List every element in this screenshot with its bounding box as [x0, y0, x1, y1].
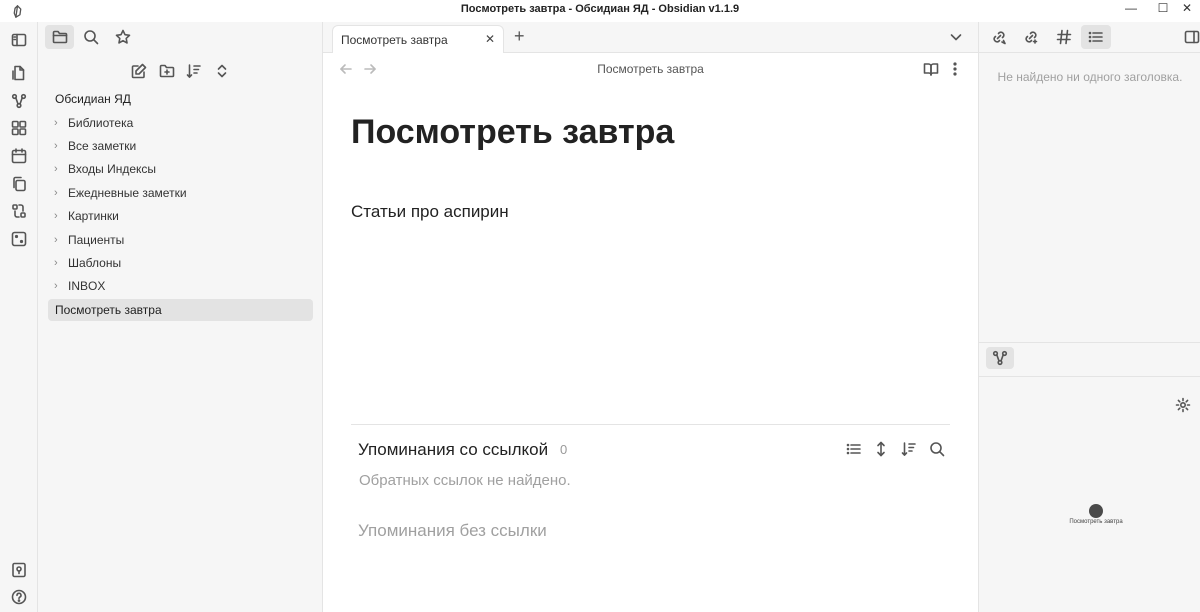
tab-active[interactable]: Посмотреть завтра ✕ — [332, 25, 504, 53]
dice-icon[interactable] — [7, 227, 31, 251]
search-backlinks-icon[interactable] — [925, 437, 949, 461]
folder-item[interactable]: › INBOX — [38, 275, 303, 297]
folder-item[interactable]: › Все заметки — [38, 135, 303, 157]
chevron-right-icon: › — [54, 117, 58, 129]
chevron-right-icon: › — [54, 257, 58, 269]
graph-node-label: Посмотреть завтра — [1069, 519, 1123, 525]
outline-empty-text: Не найдено ни одного заголовка. — [997, 70, 1183, 84]
collapse-all-icon[interactable] — [210, 59, 234, 83]
close-window-button[interactable]: ✕ — [1172, 0, 1200, 16]
backlinks-title[interactable]: Упоминания со ссылкой — [358, 440, 548, 460]
folder-label: Шаблоны — [68, 256, 122, 270]
folder-item[interactable]: › Пациенты — [38, 229, 303, 251]
folder-label: Библиотека — [68, 116, 134, 130]
more-options-icon[interactable] — [943, 57, 967, 81]
no-backlinks-text: Обратных ссылок не найдено. — [359, 472, 571, 489]
outline-tab-icon[interactable] — [1081, 25, 1111, 49]
folder-label: Входы Индексы — [68, 162, 157, 176]
folder-label: Все заметки — [68, 139, 137, 153]
search-icon[interactable] — [79, 25, 103, 49]
folder-label: Картинки — [68, 209, 119, 223]
new-note-icon[interactable] — [127, 59, 151, 83]
note-title[interactable]: Посмотреть завтра — [351, 113, 674, 152]
outgoing-links-tab-icon[interactable] — [1019, 25, 1043, 49]
expand-vertical-icon[interactable] — [869, 437, 893, 461]
active-file-item[interactable]: Посмотреть завтра — [48, 299, 313, 321]
right-sidebar-tabs — [978, 22, 1200, 53]
vault-switch-icon[interactable] — [7, 558, 31, 582]
pane-divider — [979, 342, 1200, 343]
toggle-right-sidebar-icon[interactable] — [1180, 25, 1200, 49]
title-bar: Посмотреть завтра - Обсидиан ЯД - Obsidi… — [0, 0, 1200, 22]
minimize-button[interactable]: — — [1116, 0, 1146, 16]
tab-list-chevron-down-icon[interactable] — [944, 25, 968, 49]
chevron-right-icon: › — [54, 163, 58, 175]
backlinks-divider — [351, 424, 950, 425]
graph-header-divider — [979, 376, 1200, 377]
folder-item[interactable]: › Входы Индексы — [38, 158, 303, 180]
graph-settings-gear-icon[interactable] — [1171, 393, 1195, 417]
chevron-right-icon: › — [54, 187, 58, 199]
files-icon[interactable] — [7, 61, 31, 85]
left-ribbon — [0, 22, 38, 612]
bookmarks-icon[interactable] — [111, 25, 135, 49]
calendar-icon[interactable] — [7, 144, 31, 168]
help-icon[interactable] — [7, 585, 31, 609]
sort-backlinks-icon[interactable] — [897, 437, 921, 461]
new-folder-icon[interactable] — [155, 59, 179, 83]
window-title: Посмотреть завтра - Обсидиан ЯД - Obsidi… — [460, 3, 740, 15]
right-sidebar: Не найдено ни одного заголовка. Посмотре… — [978, 53, 1200, 612]
folder-item[interactable]: › Картинки — [38, 205, 303, 227]
vault-name[interactable]: Обсидиан ЯД — [55, 92, 131, 106]
graph-node[interactable] — [1089, 504, 1103, 518]
folder-label: Пациенты — [68, 233, 125, 247]
close-tab-icon[interactable]: ✕ — [485, 32, 495, 46]
canvas-icon[interactable] — [7, 116, 31, 140]
chevron-right-icon: › — [54, 140, 58, 152]
chevron-right-icon: › — [54, 234, 58, 246]
copy-icon[interactable] — [7, 172, 31, 196]
folder-item[interactable]: › Шаблоны — [38, 252, 303, 274]
folder-label: Ежедневные заметки — [68, 186, 187, 200]
list-view-icon[interactable] — [842, 437, 866, 461]
file-explorer-sidebar: Обсидиан ЯД › Библиотека › Все заметки › Вх… — [38, 22, 323, 612]
folder-item[interactable]: › Библиотека — [38, 112, 303, 134]
file-label: Посмотреть завтра — [55, 303, 162, 317]
backlinks-tab-icon[interactable] — [987, 25, 1011, 49]
graph-icon[interactable] — [7, 89, 31, 113]
editor-pane: Посмотреть завтра Посмотреть завтра Стат… — [323, 53, 978, 612]
local-graph-tab-icon[interactable] — [986, 347, 1014, 369]
note-header-title[interactable]: Посмотреть завтра — [323, 62, 978, 76]
chevron-right-icon: › — [54, 210, 58, 222]
folder-label: INBOX — [68, 279, 106, 293]
sort-icon[interactable] — [182, 59, 206, 83]
files-tab-icon[interactable] — [45, 25, 74, 49]
backlinks-count: 0 — [560, 442, 568, 457]
tab-title: Посмотреть завтра — [341, 33, 448, 47]
folder-item[interactable]: › Ежедневные заметки — [38, 182, 303, 204]
templates-icon[interactable] — [7, 199, 31, 223]
toggle-left-sidebar-icon[interactable] — [7, 28, 31, 52]
new-tab-icon[interactable]: + — [514, 26, 525, 46]
tags-hash-icon[interactable] — [1052, 25, 1076, 49]
chevron-right-icon: › — [54, 280, 58, 292]
reading-view-book-icon[interactable] — [919, 57, 943, 81]
note-body-text[interactable]: Статьи про аспирин — [351, 202, 509, 222]
unlinked-mentions-title[interactable]: Упоминания без ссылки — [358, 521, 547, 541]
